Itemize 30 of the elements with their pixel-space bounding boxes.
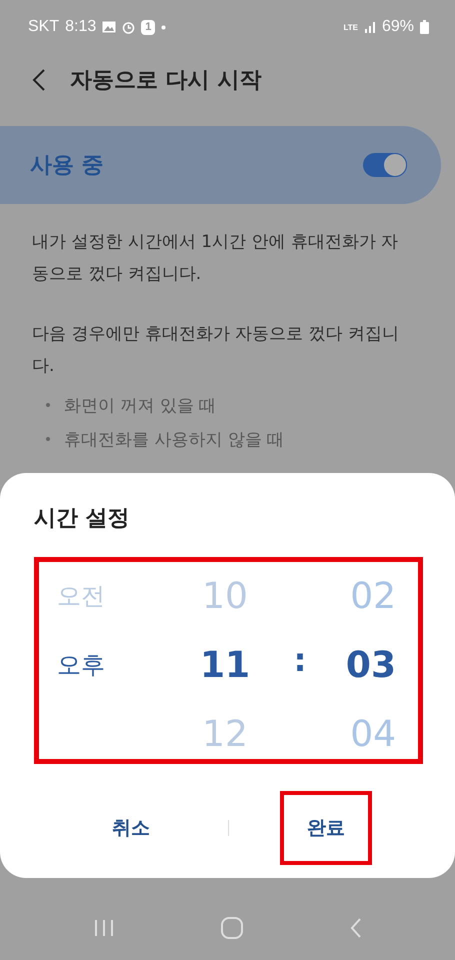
home-icon[interactable]	[221, 917, 244, 939]
page-title: 자동으로 다시 시작	[70, 67, 262, 95]
alarm-icon	[122, 20, 136, 34]
clock: 8:13	[65, 18, 96, 36]
condition-text: 휴대전화를 사용하지 않을 때	[64, 428, 284, 450]
dialog-title: 시간 설정	[34, 505, 131, 533]
battery-icon	[420, 20, 429, 34]
bullet-icon	[46, 403, 50, 407]
notification-badge: 1	[141, 20, 156, 34]
image-icon	[102, 21, 116, 33]
bullet-icon	[46, 437, 50, 441]
dialog-button[interactable]: 취소	[85, 791, 177, 865]
switch-label: 사용 중	[30, 152, 104, 180]
picker-value[interactable]: 오후	[57, 631, 185, 700]
picker-value[interactable]: 11	[185, 631, 265, 700]
description-text: 내가 설정한 시간에서 1시간 안에 휴대전화가 자동으로 껐다 켜집니다.	[32, 231, 400, 286]
network-label: LTE	[343, 22, 358, 32]
carrier: SKT	[28, 18, 60, 36]
signal-icon	[364, 21, 376, 33]
dialog-button[interactable]: 완료	[280, 791, 372, 865]
description-text: 다음 경우에만 휴대전화가 자동으로 껐다 켜집니다.	[32, 323, 400, 378]
recent-apps-icon[interactable]	[93, 919, 116, 937]
back-icon[interactable]	[32, 68, 46, 92]
battery-level: 69%	[382, 18, 414, 36]
picker-value[interactable]: :	[265, 626, 335, 695]
picker-value[interactable]: 03	[335, 631, 396, 700]
time-picker[interactable]: 오전 오후 10 11 12 : 02 03 04	[34, 557, 423, 764]
dot-icon	[161, 24, 166, 30]
condition-text: 화면이 꺼져 있을 때	[64, 394, 216, 416]
toggle-switch[interactable]	[363, 153, 407, 177]
